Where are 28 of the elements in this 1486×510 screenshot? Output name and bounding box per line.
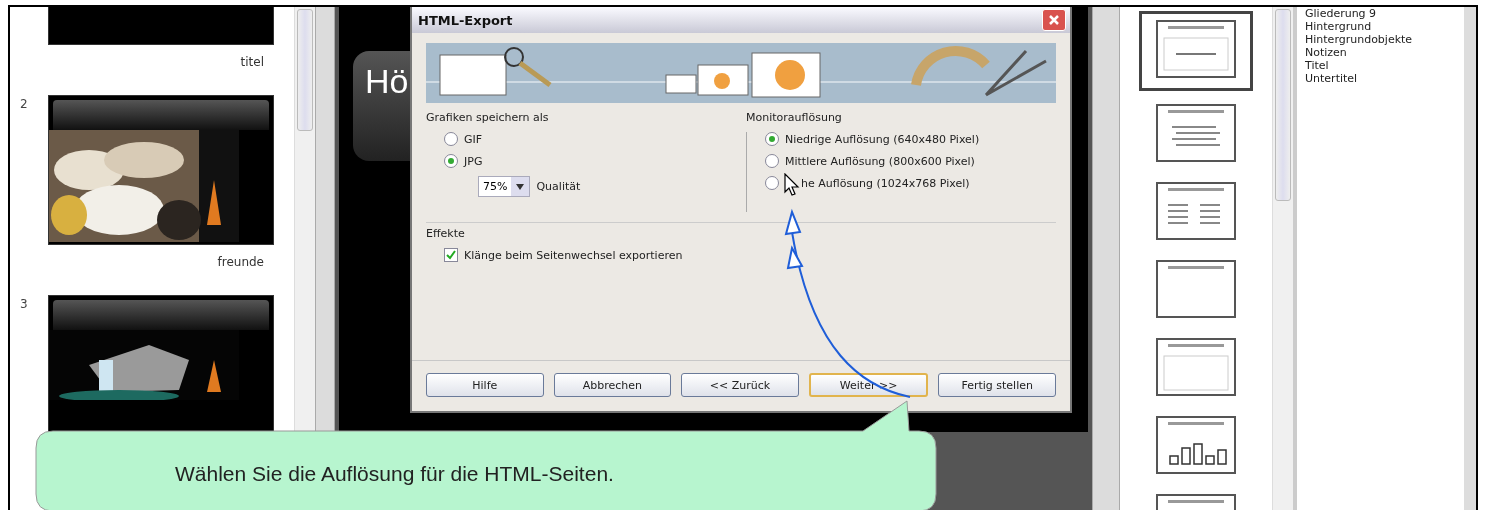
style-item[interactable]: Untertitel [1305, 72, 1464, 85]
slide-number: 2 [20, 97, 29, 113]
option-label: Mittlere Auflösung (800x600 Pixel) [785, 154, 975, 168]
dialog-button[interactable]: Abbrechen [553, 373, 672, 397]
group-heading: Effekte [426, 227, 466, 240]
callout-text: Wählen Sie die Auflösung für die HTML-Seiten. [175, 462, 614, 486]
style-item[interactable]: Gliederung 9 [1305, 7, 1464, 20]
slide-title: Hö [365, 62, 409, 100]
style-item[interactable]: Hintergrund [1305, 20, 1464, 33]
quality-label: Qualität [536, 180, 581, 193]
style-item[interactable]: Hintergrundobjekte [1305, 33, 1464, 46]
option-label: JPG [464, 154, 483, 168]
group-heading: Monitorauflösung [746, 111, 843, 124]
checkbox-label: Klänge beim Seitenwechsel exportieren [464, 248, 683, 262]
quality-dropdown[interactable]: 75% [478, 176, 531, 197]
dialog-button[interactable]: Hilfe [426, 373, 544, 397]
style-item[interactable]: Titel [1305, 59, 1464, 72]
slide-name: freunde [217, 255, 265, 269]
slide-number: 3 [20, 297, 29, 313]
option-label: Niedrige Auflösung (640x480 Pixel) [785, 132, 980, 146]
dialog-button[interactable]: << Zurück [681, 373, 799, 397]
option-label: he Auflösung (1024x768 Pixel) [801, 176, 970, 190]
group-heading: Grafiken speichern als [426, 111, 550, 124]
option-label: GIF [464, 132, 483, 146]
slide-name: titel [240, 55, 265, 69]
dialog-button[interactable]: Fertig stellen [938, 373, 1056, 397]
style-item[interactable]: Notizen [1305, 46, 1464, 59]
dialog-title: HTML-Export [418, 12, 513, 28]
